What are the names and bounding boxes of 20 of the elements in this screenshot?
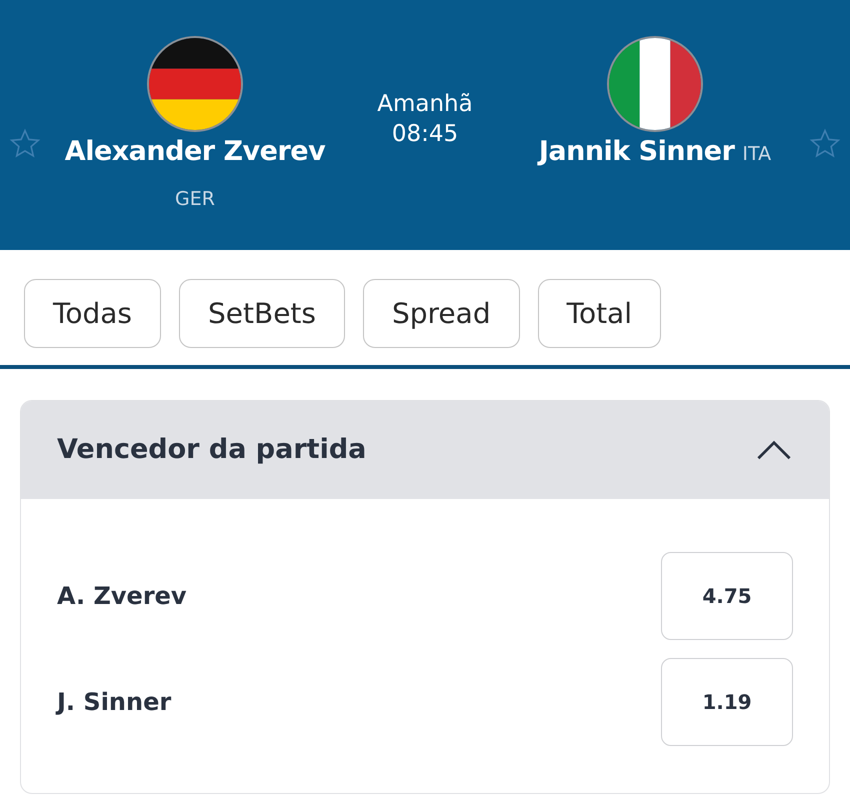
filter-button[interactable]: Total [538, 279, 661, 348]
filter-button[interactable]: Spread [362, 279, 520, 348]
favorite-star-icon[interactable] [9, 128, 41, 160]
flag-icon [147, 36, 243, 132]
filter-button[interactable]: SetBets [179, 279, 345, 348]
odds-button[interactable]: 1.19 [661, 658, 793, 746]
country-code: GER [175, 186, 215, 212]
match-day: Amanhã [377, 90, 473, 120]
player-name: Alexander Zverev [64, 135, 326, 169]
market-title: Vencedor da partida [57, 433, 366, 468]
selection-name: A. Zverev [57, 581, 187, 612]
match-time: 08:45 [392, 120, 458, 149]
chevron-up-icon[interactable] [755, 439, 793, 462]
odds-button[interactable]: 4.75 [661, 552, 793, 640]
favorite-star-icon[interactable] [809, 128, 841, 160]
player-name: Jannik Sinner [538, 136, 734, 167]
flag-icon [607, 36, 703, 132]
selection-name: J. Sinner [57, 687, 172, 718]
country-code: ITA [742, 143, 772, 165]
filter-button[interactable]: Todas [24, 279, 161, 348]
